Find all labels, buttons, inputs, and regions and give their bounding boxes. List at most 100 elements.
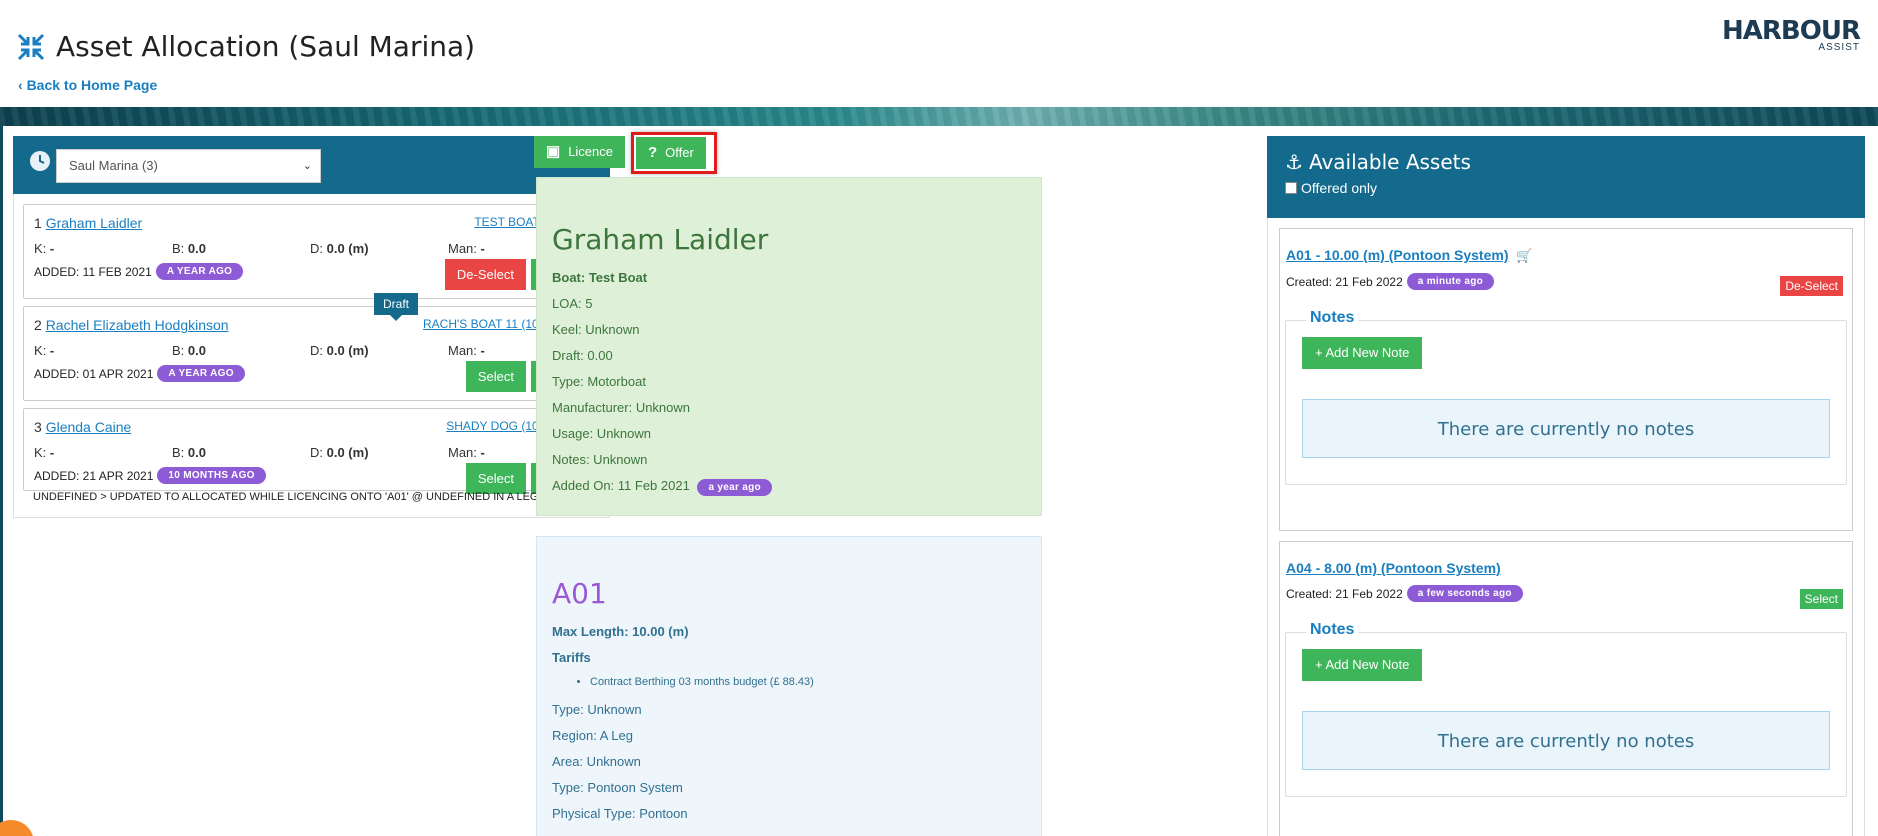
keel-label: K:	[34, 445, 47, 460]
added-on-date: Added On: 11 Feb 2021	[552, 478, 690, 493]
draft-tooltip: Draft	[374, 293, 419, 321]
main-content: Saul Marina (3) ⌄ 1 Graham Laidler TEST …	[3, 126, 1878, 836]
asset-card: A04 - 8.00 (m) (Pontoon System) Created:…	[1279, 541, 1853, 836]
asset-type: Type: Unknown	[552, 702, 642, 717]
customer-list-panel: Saul Marina (3) ⌄ 1 Graham Laidler TEST …	[13, 136, 610, 518]
marina-select-value: Saul Marina (3)	[69, 158, 158, 173]
added-date: ADDED: 21 APR 2021	[34, 468, 154, 483]
asset-title-link[interactable]: A01 - 10.00 (m) (Pontoon System)	[1286, 247, 1509, 263]
manufacturer-label: Man:	[448, 343, 477, 358]
no-notes-message: There are currently no notes	[1302, 711, 1830, 770]
usage-value: Usage: Unknown	[552, 426, 651, 441]
boat-type: Type: Motorboat	[552, 374, 646, 389]
customer-index: 1	[34, 215, 42, 231]
licence-button[interactable]: ▣ Licence	[534, 136, 625, 168]
notes-section: Notes + Add New Note There are currently…	[1285, 309, 1847, 485]
customer-stats: K: - B: 0.0 D: 0.0 (m) Man: -	[34, 241, 589, 259]
customer-name-link[interactable]: Rachel Elizabeth Hodgkinson	[46, 317, 229, 333]
compress-arrows-icon	[17, 33, 45, 60]
deselect-asset-button[interactable]: De-Select	[1780, 276, 1843, 296]
beam-label: B:	[172, 343, 185, 358]
plus-icon: +	[1315, 345, 1326, 360]
offered-only-label: Offered only	[1301, 180, 1378, 196]
asset-title-link[interactable]: A04 - 8.00 (m) (Pontoon System)	[1286, 560, 1501, 576]
customer-card: 3 Glenda Caine SHADY DOG (10.0 (M)) K: -…	[23, 408, 600, 494]
marina-select[interactable]: Saul Marina (3) ⌄	[56, 149, 321, 183]
licence-icon: ▣	[546, 143, 561, 160]
time-ago-badge: a few seconds ago	[1406, 585, 1523, 602]
asset-list: A01 - 10.00 (m) (Pontoon System) 🛒 Creat…	[1267, 218, 1865, 836]
detail-tabs: ▣ Licence ? Offer	[534, 132, 1042, 174]
created-date: Created: 21 Feb 2022	[1286, 586, 1403, 601]
selected-asset-detail: A01 Max Length: 10.00 (m) Tariffs Contra…	[536, 536, 1042, 836]
offer-highlight: ? Offer	[631, 132, 717, 174]
customer-card: 1 Graham Laidler TEST BOAT (5.0 (M)) K: …	[23, 204, 600, 299]
notes-heading: Notes	[1306, 621, 1359, 639]
offer-button[interactable]: ? Offer	[636, 137, 706, 169]
time-ago-badge: 10 MONTHS AGO	[157, 467, 266, 484]
draft-value: 0.0 (m)	[326, 241, 369, 256]
customer-index: 2	[34, 317, 42, 333]
clock-icon	[30, 151, 50, 171]
customer-index: 3	[34, 419, 42, 435]
customer-list-header: Saul Marina (3) ⌄	[13, 136, 610, 194]
beam-label: B:	[172, 445, 185, 460]
offer-label: Offer	[665, 145, 694, 160]
tariff-list: Contract Berthing 03 months budget (£ 88…	[590, 676, 1026, 688]
created-row: Created: 21 Feb 2022 a minute ago	[1286, 273, 1847, 290]
draft-label: D:	[310, 445, 323, 460]
asset-card: A01 - 10.00 (m) (Pontoon System) 🛒 Creat…	[1279, 228, 1853, 531]
harbour-assist-logo[interactable]: HARBOUR ASSIST	[1722, 16, 1861, 53]
keel-label: K:	[34, 343, 47, 358]
loa-value: LOA: 5	[552, 296, 593, 311]
back-link-label: Back to Home Page	[26, 77, 158, 93]
created-date: Created: 21 Feb 2022	[1286, 274, 1403, 289]
notes-section: Notes + Add New Note There are currently…	[1285, 621, 1847, 797]
chevron-down-icon: ⌄	[302, 160, 312, 172]
keel-label: K:	[34, 241, 47, 256]
customer-name-link[interactable]: Glenda Caine	[46, 419, 132, 435]
offered-only-filter[interactable]: Offered only	[1285, 180, 1847, 196]
select-button[interactable]: Select	[465, 361, 526, 392]
deselect-button[interactable]: De-Select	[444, 259, 526, 290]
anchor-icon: ⚓	[1285, 150, 1303, 174]
available-assets-panel: ⚓ Available Assets Offered only A01 - 10…	[1267, 136, 1865, 836]
customer-detail-name: Graham Laidler	[552, 223, 769, 256]
added-on-row: Added On: 11 Feb 2021 a year ago	[552, 478, 1026, 496]
keel-value: -	[49, 343, 55, 358]
add-new-note-button[interactable]: + Add New Note	[1302, 649, 1423, 681]
beam-value: 0.0	[187, 241, 206, 256]
customer-name-link[interactable]: Graham Laidler	[46, 215, 143, 231]
asset-physical-type: Physical Type: Pontoon	[552, 806, 688, 821]
back-to-home-link[interactable]: ‹ Back to Home Page	[18, 77, 157, 93]
asset-detail-name: A01	[552, 577, 607, 610]
customer-card: Draft 2 Rachel Elizabeth Hodgkinson RACH…	[23, 293, 600, 401]
beam-label: B:	[172, 241, 185, 256]
draft-value: 0.0 (m)	[326, 343, 369, 358]
page-header: Asset Allocation (Saul Marina) ‹ Back to…	[0, 0, 1878, 107]
asset-system-type: Type: Pontoon System	[552, 780, 683, 795]
keel-value: -	[49, 445, 55, 460]
offered-only-checkbox[interactable]	[1285, 182, 1297, 194]
available-assets-header: ⚓ Available Assets Offered only	[1267, 136, 1865, 218]
tariffs-heading: Tariffs	[552, 650, 591, 665]
allocation-detail-panel: ▣ Licence ? Offer Graham Laidler Boat: T…	[534, 132, 1042, 836]
question-icon: ?	[648, 144, 658, 161]
notes-value: Notes: Unknown	[552, 452, 648, 467]
beam-value: 0.0	[187, 445, 206, 460]
added-row: ADDED: 21 APR 2021 10 MONTHS AGO	[34, 467, 266, 484]
tariff-item: Contract Berthing 03 months budget (£ 88…	[590, 676, 1026, 688]
notes-heading: Notes	[1306, 309, 1359, 327]
select-asset-button[interactable]: Select	[1799, 589, 1843, 609]
customer-list: 1 Graham Laidler TEST BOAT (5.0 (M)) K: …	[13, 194, 610, 518]
asset-region: Region: A Leg	[552, 728, 633, 743]
add-note-label: Add New Note	[1325, 657, 1410, 672]
time-ago-badge: a year ago	[697, 479, 772, 496]
time-ago-badge: A YEAR AGO	[155, 263, 244, 280]
asset-area: Area: Unknown	[552, 754, 641, 769]
add-new-note-button[interactable]: + Add New Note	[1302, 337, 1423, 369]
customer-stats: K: - B: 0.0 D: 0.0 (m) Man: -	[34, 445, 589, 463]
no-notes-message: There are currently no notes	[1302, 399, 1830, 458]
draft-value: 0.0 (m)	[326, 445, 369, 460]
added-row: ADDED: 01 APR 2021 A YEAR AGO	[34, 365, 245, 382]
